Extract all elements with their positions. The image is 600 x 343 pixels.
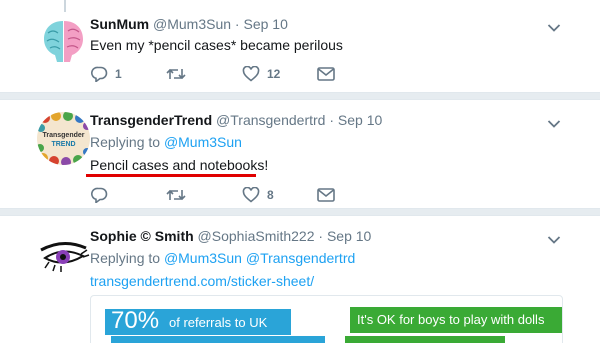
retweet-button[interactable]: [166, 186, 193, 204]
reply-button[interactable]: [90, 186, 115, 204]
reply-count: 1: [115, 67, 122, 81]
direct-message-button[interactable]: [317, 65, 335, 83]
user-handle[interactable]: @Mum3Sun: [153, 16, 231, 32]
direct-message-icon: [317, 67, 335, 81]
display-name[interactable]: Sophie © Smith: [90, 228, 194, 244]
link-preview-card[interactable]: 70% of referrals to UK It's OK for boys …: [90, 295, 563, 343]
replying-to: Replying to @Mum3Sun: [90, 133, 242, 151]
display-name[interactable]: SunMum: [90, 16, 149, 32]
chevron-down-icon[interactable]: [547, 20, 561, 32]
replying-to-label: Replying to: [90, 134, 161, 150]
like-icon: [242, 187, 260, 203]
thread-line: [64, 0, 66, 12]
tweet-date[interactable]: Sep 10: [327, 228, 371, 244]
tweet-separator: [0, 208, 600, 216]
mention-link[interactable]: @Mum3Sun: [164, 134, 242, 150]
tweet[interactable]: Transgender TREND TransgenderTrend @Tran…: [0, 100, 600, 208]
retweet-button[interactable]: [166, 65, 193, 83]
replying-to: Replying to @Mum3Sun @Transgendertrd: [90, 249, 355, 267]
tweet-text: Pencil cases and notebooks!: [90, 157, 269, 173]
mention-link[interactable]: @Mum3Sun: [164, 250, 242, 266]
separator-dot: ·: [318, 228, 324, 244]
replying-to-label: Replying to: [90, 250, 161, 266]
card-referrals-text: of referrals to UK: [169, 315, 268, 330]
card-blue-banner: [111, 336, 325, 343]
separator-dot: ·: [234, 16, 240, 32]
tweet-text: Even my *pencil cases* became perilous: [90, 37, 343, 53]
retweet-icon: [166, 68, 186, 80]
like-button[interactable]: 12: [242, 65, 280, 83]
like-icon: [242, 66, 260, 82]
card-percent: 70%: [111, 307, 160, 334]
tweet-date[interactable]: Sep 10: [243, 16, 287, 32]
avatar[interactable]: [37, 15, 90, 68]
direct-message-icon: [317, 188, 335, 202]
user-handle[interactable]: @SophiaSmith222: [198, 228, 315, 244]
chevron-down-icon[interactable]: [547, 232, 561, 244]
avatar[interactable]: [37, 228, 90, 281]
reply-icon: [91, 66, 108, 82]
tweet-header: TransgenderTrend @Transgendertrd · Sep 1…: [90, 111, 382, 129]
reply-button[interactable]: 1: [90, 65, 122, 83]
svg-text:Transgender: Transgender: [42, 132, 84, 139]
tweet-header: Sophie © Smith @SophiaSmith222 · Sep 10: [90, 227, 371, 245]
like-count: 8: [267, 188, 274, 202]
like-count: 12: [267, 67, 281, 81]
like-button[interactable]: 8: [242, 186, 274, 204]
user-handle[interactable]: @Transgendertrd: [216, 112, 325, 128]
avatar[interactable]: Transgender TREND: [37, 112, 90, 165]
tweet-separator: [0, 92, 600, 100]
display-name[interactable]: TransgenderTrend: [90, 112, 212, 128]
tweet[interactable]: SunMum @Mum3Sun · Sep 10 Even my *pencil…: [0, 0, 600, 92]
chevron-down-icon[interactable]: [547, 116, 561, 128]
tweet[interactable]: Sophie © Smith @SophiaSmith222 · Sep 10 …: [0, 216, 600, 343]
tweet-link[interactable]: transgendertrend.com/sticker-sheet/: [90, 272, 314, 290]
separator-dot: ·: [329, 112, 335, 128]
mention-link[interactable]: @Transgendertrd: [246, 250, 355, 266]
card-green-banner: [345, 336, 505, 343]
tweet-date[interactable]: Sep 10: [338, 112, 382, 128]
tweet-header: SunMum @Mum3Sun · Sep 10: [90, 15, 288, 33]
direct-message-button[interactable]: [317, 186, 335, 204]
retweet-icon: [166, 189, 186, 201]
svg-text:TREND: TREND: [51, 141, 75, 148]
card-ok-text: It's OK for boys to play with dolls: [357, 312, 545, 327]
reply-icon: [91, 187, 108, 203]
red-underline-annotation: [86, 174, 256, 177]
